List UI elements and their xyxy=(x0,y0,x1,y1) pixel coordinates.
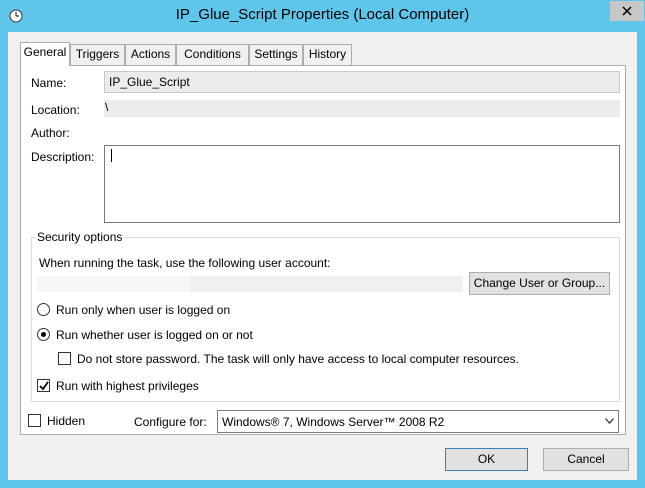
tab-conditions[interactable]: Conditions xyxy=(176,44,249,65)
highest-privileges-checkbox[interactable] xyxy=(37,379,50,392)
hidden-label[interactable]: Hidden xyxy=(47,414,85,428)
close-button[interactable] xyxy=(610,1,644,21)
tab-history[interactable]: History xyxy=(303,44,352,65)
location-value: \ xyxy=(105,100,109,114)
author-label: Author: xyxy=(31,126,70,140)
configure-for-label: Configure for: xyxy=(134,415,207,429)
chevron-down-icon xyxy=(605,418,614,424)
name-label: Name: xyxy=(31,76,67,90)
configure-for-value: Windows® 7, Windows Server™ 2008 R2 xyxy=(222,415,445,429)
do-not-store-password-checkbox[interactable] xyxy=(58,352,71,365)
text-caret xyxy=(111,149,112,162)
radio-logged-on-only-label[interactable]: Run only when user is logged on xyxy=(56,303,230,317)
location-label: Location: xyxy=(31,103,80,117)
dialog-body: General Triggers Actions Conditions Sett… xyxy=(8,32,637,480)
radio-whether-logged-on[interactable] xyxy=(37,328,50,341)
name-value: IP_Glue_Script xyxy=(109,75,190,89)
close-icon xyxy=(622,6,632,16)
hidden-checkbox[interactable] xyxy=(28,414,41,427)
name-field[interactable]: IP_Glue_Script xyxy=(104,71,620,93)
user-account-highlight xyxy=(37,276,190,292)
tab-triggers[interactable]: Triggers xyxy=(70,44,125,65)
security-options-legend: Security options xyxy=(35,230,125,244)
description-label: Description: xyxy=(31,150,95,164)
window-title: IP_Glue_Script Properties (Local Compute… xyxy=(175,6,470,23)
cancel-button[interactable]: Cancel xyxy=(543,448,629,471)
radio-whether-logged-on-label[interactable]: Run whether user is logged on or not xyxy=(56,328,253,342)
ok-button[interactable]: OK xyxy=(445,448,528,471)
tab-settings[interactable]: Settings xyxy=(249,44,303,65)
change-user-button[interactable]: Change User or Group... xyxy=(469,272,610,295)
title-bar: IP_Glue_Script Properties (Local Compute… xyxy=(0,0,645,33)
location-field: \ xyxy=(104,100,620,117)
user-account-field xyxy=(37,276,463,292)
account-prompt: When running the task, use the following… xyxy=(39,256,331,270)
do-not-store-password-label[interactable]: Do not store password. The task will onl… xyxy=(77,352,519,366)
radio-selected-dot xyxy=(41,332,46,337)
configure-for-select[interactable]: Windows® 7, Windows Server™ 2008 R2 xyxy=(217,410,619,433)
radio-logged-on-only[interactable] xyxy=(37,303,50,316)
general-panel: Name: IP_Glue_Script Location: \ Author:… xyxy=(20,65,626,435)
tab-actions[interactable]: Actions xyxy=(125,44,176,65)
checkmark-icon xyxy=(39,381,49,391)
tab-general[interactable]: General xyxy=(20,42,70,66)
highest-privileges-label[interactable]: Run with highest privileges xyxy=(56,379,199,393)
description-input[interactable] xyxy=(104,145,620,223)
